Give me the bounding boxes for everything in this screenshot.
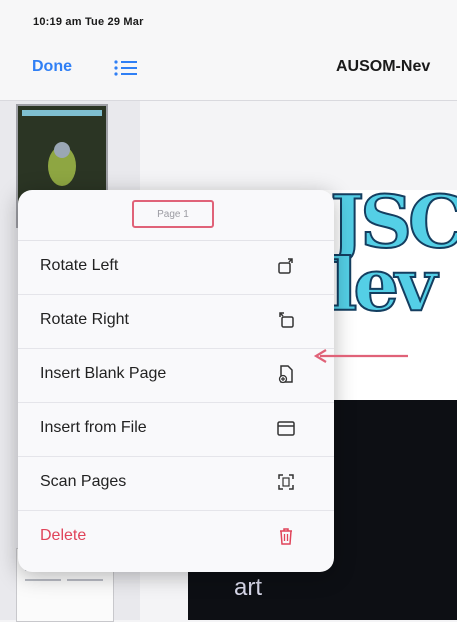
document-art-text: art — [234, 574, 263, 601]
annotation-arrow-icon — [313, 349, 408, 363]
menu-item-label: Rotate Left — [40, 257, 119, 274]
rotate-right-menu-item[interactable]: Rotate Right — [18, 294, 334, 349]
rotate-left-menu-item[interactable]: Rotate Left — [18, 240, 334, 295]
delete-menu-item[interactable]: Delete — [18, 510, 334, 564]
thumb-text-line — [25, 579, 61, 581]
scan-pages-menu-item[interactable]: Scan Pages — [18, 456, 334, 511]
menu-item-label: Insert Blank Page — [40, 365, 167, 382]
thumb-text-line — [67, 579, 103, 581]
status-bar: 10:19 am Tue 29 Mar — [0, 0, 457, 40]
trash-icon — [276, 526, 296, 546]
page-label: Page 1 — [132, 200, 214, 228]
document-title: AUSOM-Nev — [336, 58, 431, 75]
navigation-bar: Done AUSOM-Nev — [0, 40, 457, 101]
menu-item-label: Insert from File — [40, 419, 147, 436]
list-view-icon[interactable] — [113, 58, 139, 83]
insert-from-file-menu-item[interactable]: Insert from File — [18, 402, 334, 457]
scan-pages-icon — [276, 472, 296, 492]
status-time: 10:19 am Tue 29 Mar — [33, 16, 144, 28]
insert-blank-page-menu-item[interactable]: Insert Blank Page — [18, 348, 334, 403]
insert-blank-page-icon — [276, 364, 296, 384]
menu-item-label: Delete — [40, 527, 87, 544]
done-button[interactable]: Done — [32, 58, 72, 76]
page-context-menu: Page 1 Rotate Left Rotate Right Insert B… — [18, 190, 334, 572]
insert-from-file-icon — [276, 418, 296, 438]
document-banner-text-2: lev — [329, 242, 438, 327]
menu-item-label: Scan Pages — [40, 473, 127, 490]
menu-item-label: Rotate Right — [40, 311, 129, 328]
rotate-right-icon — [276, 310, 296, 330]
menu-header: Page 1 — [18, 190, 334, 241]
rotate-left-icon — [276, 256, 296, 276]
